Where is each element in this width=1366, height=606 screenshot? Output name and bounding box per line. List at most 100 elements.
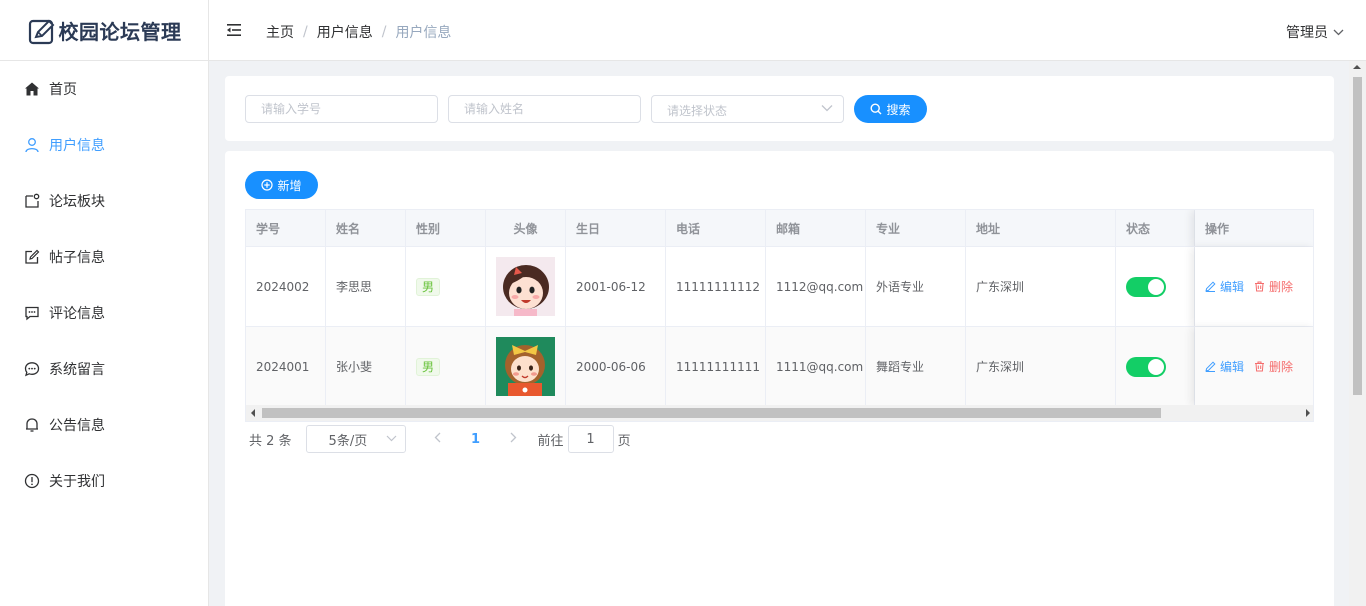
avatar[interactable] [496,257,555,316]
student-id-input[interactable] [245,95,438,123]
status-select-placeholder: 请选择状态 [667,104,728,118]
cell-birthday: 2000-06-06 [566,327,666,406]
sidebar-item-users[interactable]: 用户信息 [0,117,208,173]
plus-circle-icon [261,179,274,191]
add-button-label: 新增 [277,178,302,193]
delete-button[interactable]: 删除 [1254,278,1293,295]
user-dropdown[interactable]: 管理员 [1286,22,1344,42]
delete-label: 删除 [1269,360,1294,374]
page-size-select[interactable]: 5条/页 [305,425,406,453]
scroll-right-arrow-icon[interactable] [1306,409,1310,417]
avatar[interactable] [496,337,555,396]
sidebar-item-label: 首页 [49,82,77,98]
sidebar-item-label: 论坛板块 [49,194,105,210]
cell-gender: 男 [406,327,486,406]
status-toggle[interactable] [1126,276,1166,297]
sidebar-item-comments[interactable]: 评论信息 [0,285,208,341]
scroll-left-arrow-icon[interactable] [251,409,255,417]
edit-label: 编辑 [1220,360,1245,374]
goto-unit-label: 页 [617,433,631,449]
prev-page-button[interactable] [420,432,456,447]
cell-address: 广东深圳 [966,327,1116,406]
breadcrumb-separator: / [381,24,387,40]
column-header-name: 姓名 [326,210,406,246]
sidebar-item-label: 系统留言 [49,362,105,378]
top-header: 校园论坛管理 主页 / 用户信息 / 用户信息 管理员 [0,0,1366,61]
search-bar: 请选择状态 搜索 [225,76,1334,141]
sidebar-item-about[interactable]: 关于我们 [0,453,208,509]
user-icon [25,138,39,153]
delete-label: 删除 [1269,280,1294,294]
cell-status [1116,327,1195,406]
column-header-email: 邮箱 [766,210,866,246]
column-header-status: 状态 [1116,210,1195,246]
trash-icon [1255,281,1265,292]
chevron-down-icon [821,105,833,112]
breadcrumb: 主页 / 用户信息 / 用户信息 [266,22,451,42]
sidebar-item-boards[interactable]: 论坛板块 [0,173,208,229]
goto-label: 前往 [537,433,564,449]
cell-actions: 编辑 删除 [1195,247,1313,326]
scrollbar-thumb[interactable] [262,408,1161,418]
cell-actions: 编辑 删除 [1195,327,1313,406]
next-page-button[interactable] [496,432,532,447]
sidebar-item-home[interactable]: 首页 [0,61,208,117]
edit-button[interactable]: 编辑 [1205,358,1244,375]
menu-fold-icon[interactable] [226,22,242,38]
app-title: 校园论坛管理 [58,20,182,44]
search-button[interactable]: 搜索 [854,95,927,123]
bell-icon [26,418,38,432]
column-header-phone: 电话 [666,210,766,246]
breadcrumb-home[interactable]: 主页 [266,22,294,42]
cell-gender: 男 [406,247,486,326]
cell-email: 1112@qq.com [766,247,866,326]
edit-button[interactable]: 编辑 [1205,278,1244,295]
scrollbar-thumb[interactable] [1353,77,1362,395]
search-button-label: 搜索 [886,102,911,117]
edit-icon [1205,361,1216,372]
trash-icon [1255,361,1265,372]
scroll-up-arrow-icon[interactable] [1353,65,1361,69]
table-row: 2024001 张小斐 男 2000-06-06 11111111111 111… [246,326,1313,406]
cell-major: 舞蹈专业 [866,327,966,406]
gender-tag: 男 [416,277,441,296]
board-icon [25,193,40,208]
goto-page-input[interactable] [567,425,614,453]
page-vertical-scrollbar[interactable] [1349,61,1366,606]
cell-phone: 11111111112 [666,247,766,326]
page-number[interactable]: 1 [456,432,496,447]
sidebar-item-label: 关于我们 [49,474,105,490]
pagination-total: 共 2 条 [249,433,292,449]
sidebar-item-label: 帖子信息 [49,250,105,266]
breadcrumb-parent[interactable]: 用户信息 [317,22,373,42]
table-row: 2024002 李思思 男 2001-06-12 11111111112 111… [246,246,1313,326]
sidebar: 首页 用户信息 论坛板块 帖子信息 评论信息 系统留言 公告信息 关于我们 [0,61,209,606]
sidebar-item-notices[interactable]: 公告信息 [0,397,208,453]
sidebar-item-messages[interactable]: 系统留言 [0,341,208,397]
column-header-address: 地址 [966,210,1116,246]
cell-email: 1111@qq.com [766,327,866,406]
cell-student-id: 2024001 [246,327,326,406]
column-header-actions: 操作 [1195,210,1313,246]
logo: 校园论坛管理 [0,0,209,61]
sidebar-item-posts[interactable]: 帖子信息 [0,229,208,285]
column-header-avatar: 头像 [486,210,566,246]
edit-icon [25,249,40,264]
cell-major: 外语专业 [866,247,966,326]
add-button[interactable]: 新增 [245,171,318,199]
table-header-row: 学号 姓名 性别 头像 生日 电话 邮箱 专业 地址 状态 操作 [246,210,1313,246]
status-select[interactable]: 请选择状态 [651,95,844,123]
cell-student-id: 2024002 [246,247,326,326]
cell-avatar [486,327,566,406]
status-toggle[interactable] [1126,356,1166,377]
gender-tag: 男 [416,357,441,376]
pen-square-icon [28,19,54,44]
pagination: 共 2 条 5条/页 1 前往 页 [249,425,631,453]
edit-label: 编辑 [1220,280,1245,294]
table-horizontal-scrollbar[interactable] [246,405,1313,421]
cell-status [1116,247,1195,326]
cell-name: 张小斐 [326,327,406,406]
delete-button[interactable]: 删除 [1254,358,1293,375]
name-input[interactable] [448,95,641,123]
column-header-gender: 性别 [406,210,486,246]
